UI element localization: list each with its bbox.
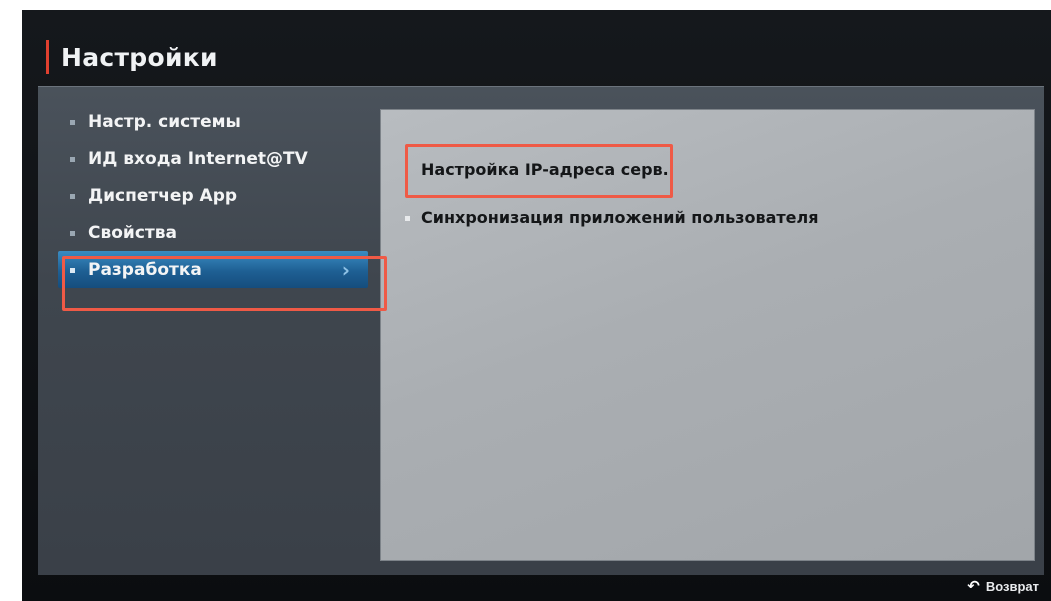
back-label: Возврат [985,578,1039,594]
menu-item-label: Диспетчер App [88,185,238,206]
bullet-icon [70,230,75,236]
menu-item-app-manager[interactable]: Диспетчер App [58,177,368,214]
footer-back[interactable]: ↶ Возврат [967,577,1039,595]
menu-item-properties[interactable]: Свойства [58,214,368,251]
content-item-user-app-sync[interactable]: Синхронизация приложений пользователя [405,208,819,227]
return-arrow-icon: ↶ [967,578,980,595]
menu-item-label: Свойства [88,222,177,243]
page-title: Настройки [61,42,218,72]
bullet-icon [70,119,75,125]
menu-item-label: Настр. системы [88,111,241,132]
bullet-icon [405,215,410,221]
menu-item-label: ИД входа Internet@TV [88,148,308,169]
menu-item-internet-tv-id[interactable]: ИД входа Internet@TV [58,140,368,177]
title-bar: Настройки [46,32,218,82]
bullet-icon [70,156,75,162]
menu-item-system-settings[interactable]: Настр. системы [58,103,368,140]
content-item-label: Синхронизация приложений пользователя [421,208,819,227]
highlight-box-development [62,256,387,311]
highlight-box-server-ip [405,144,673,198]
bullet-icon [70,193,75,199]
title-accent-bar [46,40,49,74]
